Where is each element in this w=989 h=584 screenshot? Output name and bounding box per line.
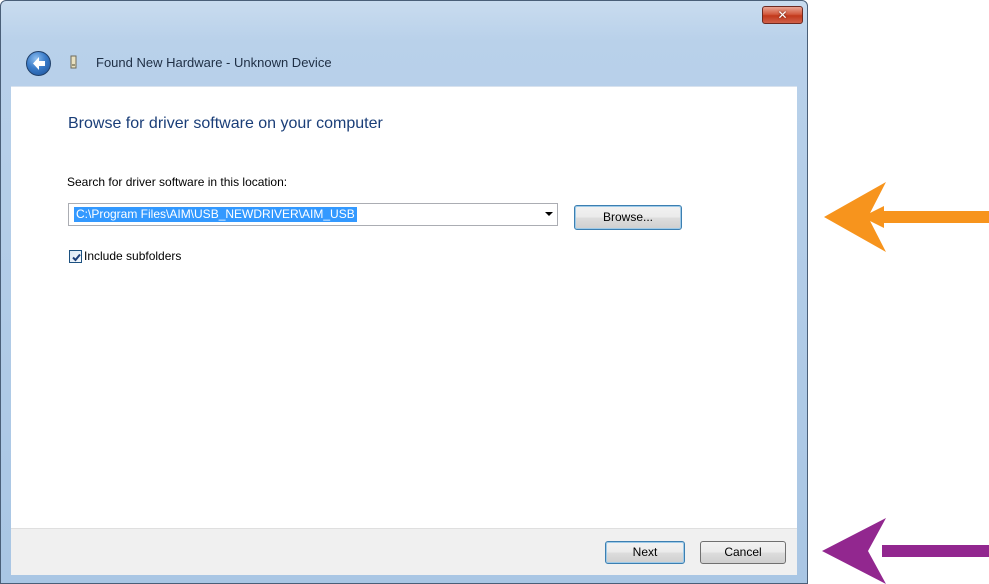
page-heading: Browse for driver software on your compu… bbox=[68, 115, 383, 132]
close-icon: ✕ bbox=[777, 8, 788, 22]
back-button[interactable] bbox=[26, 51, 51, 76]
include-subfolders-label[interactable]: Include subfolders bbox=[84, 249, 181, 263]
location-combobox[interactable]: C:\Program Files\AIM\USB_NEWDRIVER\AIM_U… bbox=[68, 203, 558, 226]
orange-arrow-annotation bbox=[824, 182, 989, 252]
search-location-label: Search for driver software in this locat… bbox=[67, 175, 288, 189]
browse-button[interactable]: Browse... bbox=[574, 205, 682, 230]
include-subfolders-checkbox[interactable] bbox=[69, 250, 82, 263]
wizard-window: ✕ Found New Hardware - Unknown Device Br… bbox=[0, 0, 808, 584]
checkmark-icon bbox=[72, 253, 81, 262]
close-button[interactable]: ✕ bbox=[762, 6, 803, 24]
wizard-content: Browse for driver software on your compu… bbox=[11, 86, 797, 529]
location-path-value[interactable]: C:\Program Files\AIM\USB_NEWDRIVER\AIM_U… bbox=[74, 207, 357, 222]
next-button[interactable]: Next bbox=[605, 541, 685, 564]
wizard-footer: Next Cancel bbox=[11, 528, 797, 575]
purple-arrow-annotation bbox=[822, 518, 989, 584]
back-arrow-icon bbox=[33, 57, 45, 70]
hardware-device-icon bbox=[70, 55, 77, 69]
cancel-button[interactable]: Cancel bbox=[700, 541, 786, 564]
window-title: Found New Hardware - Unknown Device bbox=[96, 55, 332, 70]
dropdown-arrow-icon[interactable] bbox=[545, 212, 553, 216]
